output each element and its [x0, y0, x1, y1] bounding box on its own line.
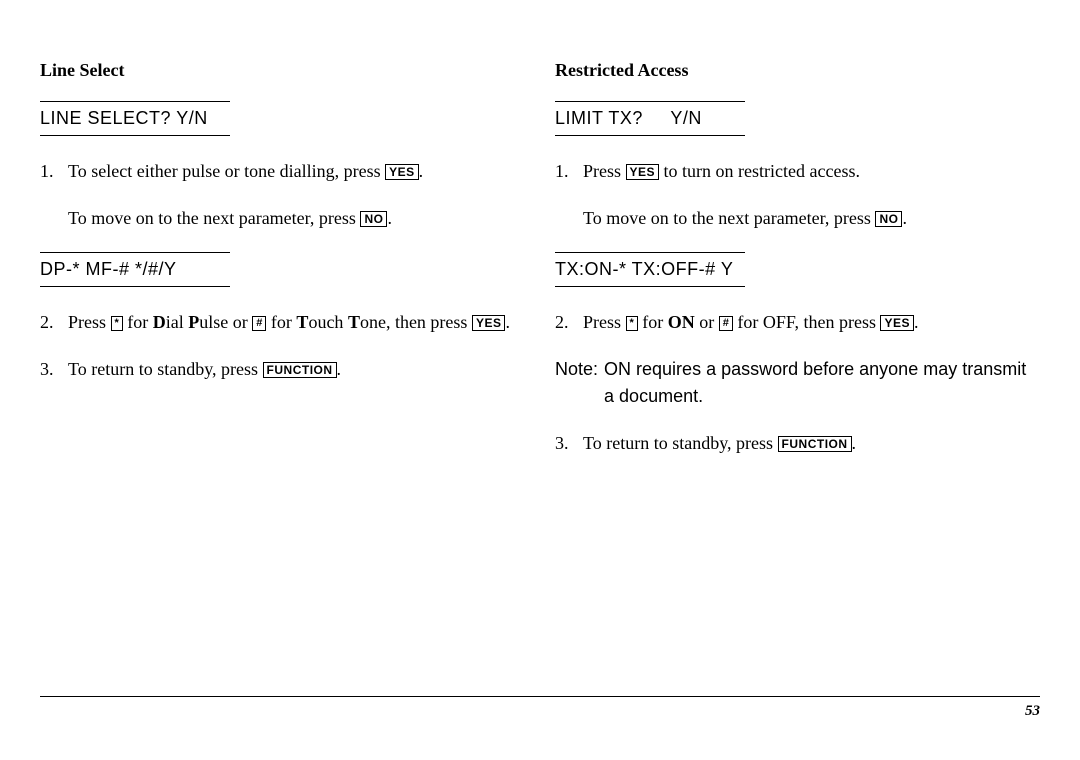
right-column: Restricted Access LIMIT TX? Y/N 1. Press…	[555, 60, 1040, 477]
left-step-3: 3. To return to standby, press FUNCTION.	[40, 356, 525, 383]
right-step-3: 3. To return to standby, press FUNCTION.	[555, 430, 1040, 457]
display-line-select: LINE SELECT? Y/N	[40, 101, 230, 136]
yes-key: YES	[626, 164, 660, 180]
text: Press	[583, 312, 626, 332]
step-body: To select either pulse or tone dialling,…	[68, 158, 525, 185]
note-body: ON requires a password before anyone may…	[604, 356, 1040, 410]
yes-key: YES	[472, 315, 506, 331]
text: for	[123, 312, 153, 332]
text: .	[902, 208, 907, 228]
step-number: 2.	[555, 309, 583, 336]
step-body: Press * for Dial Pulse or # for Touch To…	[68, 309, 525, 336]
step-number: 1.	[40, 158, 68, 185]
page-number: 53	[1025, 703, 1040, 719]
left-step-2: 2. Press * for Dial Pulse or # for Touch…	[40, 309, 525, 336]
display-limit-tx: LIMIT TX? Y/N	[555, 101, 745, 136]
star-key: *	[111, 316, 123, 331]
step-number: 1.	[555, 158, 583, 185]
bold-letter: P	[188, 312, 199, 332]
yes-key: YES	[385, 164, 419, 180]
page-footer: 53	[40, 696, 1040, 720]
text: To return to standby, press	[68, 359, 263, 379]
left-header: Line Select	[40, 60, 525, 81]
bold-letter: D	[153, 312, 166, 332]
text: Press	[583, 161, 626, 181]
step-number: 3.	[555, 430, 583, 457]
left-step-1: 1. To select either pulse or tone dialli…	[40, 158, 525, 185]
text: .	[387, 208, 392, 228]
no-key: NO	[875, 211, 902, 227]
left-column: Line Select LINE SELECT? Y/N 1. To selec…	[40, 60, 525, 477]
right-step-1: 1. Press YES to turn on restricted acces…	[555, 158, 1040, 185]
display-dp-mf: DP-* MF-# */#/Y	[40, 252, 230, 287]
text: for	[266, 312, 296, 332]
no-key: NO	[360, 211, 387, 227]
bold-letter: T	[348, 312, 360, 332]
text: .	[914, 312, 919, 332]
note-label: Note:	[555, 356, 598, 410]
text: Press	[68, 312, 111, 332]
text: to turn on restricted access.	[659, 161, 860, 181]
hash-key: #	[719, 316, 733, 331]
star-key: *	[626, 316, 638, 331]
right-step-2: 2. Press * for ON or # for OFF, then pre…	[555, 309, 1040, 336]
text: ulse or	[199, 312, 252, 332]
text: To move on to the next parameter, press	[68, 208, 360, 228]
bold-letter: T	[296, 312, 308, 332]
text: To return to standby, press	[583, 433, 778, 453]
bold-on: ON	[668, 312, 695, 332]
text: for	[638, 312, 668, 332]
right-note: Note: ON requires a password before anyo…	[555, 356, 1040, 410]
step-body: To return to standby, press FUNCTION.	[68, 356, 525, 383]
text: To select either pulse or tone dialling,…	[68, 161, 385, 181]
step-number: 3.	[40, 356, 68, 383]
text: or	[695, 312, 719, 332]
hash-key: #	[252, 316, 266, 331]
step-body: To return to standby, press FUNCTION.	[583, 430, 1040, 457]
function-key: FUNCTION	[778, 436, 852, 452]
text: To move on to the next parameter, press	[583, 208, 875, 228]
function-key: FUNCTION	[263, 362, 337, 378]
left-para-1: To move on to the next parameter, press …	[68, 205, 525, 232]
text: ouch	[308, 312, 348, 332]
text: .	[337, 359, 342, 379]
right-para-1: To move on to the next parameter, press …	[583, 205, 1040, 232]
text: .	[852, 433, 857, 453]
text: for OFF, then press	[733, 312, 881, 332]
display-txon-txoff: TX:ON-* TX:OFF-# Y	[555, 252, 745, 287]
step-number: 2.	[40, 309, 68, 336]
text: ial	[166, 312, 189, 332]
yes-key: YES	[880, 315, 914, 331]
step-body: Press * for ON or # for OFF, then press …	[583, 309, 1040, 336]
step-body: Press YES to turn on restricted access.	[583, 158, 1040, 185]
right-header: Restricted Access	[555, 60, 1040, 81]
text: .	[419, 161, 424, 181]
text: .	[505, 312, 510, 332]
text: one, then press	[360, 312, 472, 332]
